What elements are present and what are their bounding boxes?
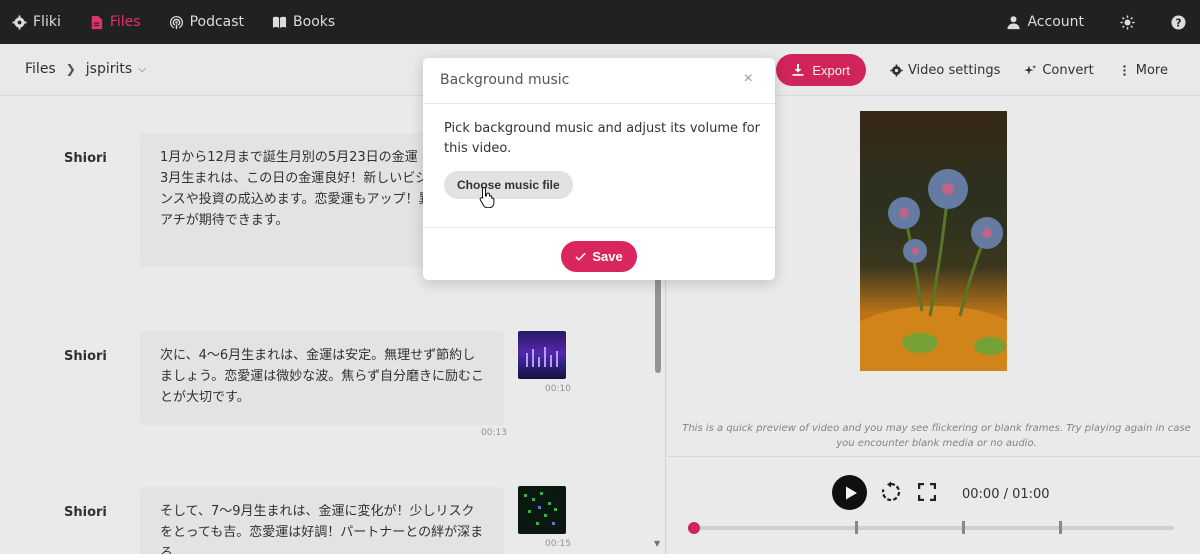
podcast-icon xyxy=(169,15,183,29)
book-icon xyxy=(272,16,287,28)
nav-files[interactable]: Files xyxy=(89,0,141,44)
nav-brand[interactable]: Fliki xyxy=(12,0,61,44)
nav-books-label: Books xyxy=(293,14,336,30)
dialog-title: Background music xyxy=(440,72,570,88)
save-label: Save xyxy=(592,249,623,264)
nav-account[interactable]: Account xyxy=(1006,0,1084,44)
dialog-description: Pick background music and adjust its vol… xyxy=(444,121,761,156)
hand-cursor-icon xyxy=(479,186,495,208)
nav-account-label: Account xyxy=(1027,14,1084,30)
top-nav: Fliki Files Podcast Books Account ? xyxy=(0,0,1200,44)
nav-podcast-label: Podcast xyxy=(189,14,245,30)
gear-icon xyxy=(12,14,27,30)
dialog-body: Pick background music and adjust its vol… xyxy=(423,104,775,228)
save-button[interactable]: Save xyxy=(561,241,637,272)
help-button[interactable]: ? xyxy=(1171,0,1186,44)
choose-music-file-button[interactable]: Choose music file xyxy=(444,171,573,199)
sun-icon xyxy=(1120,14,1135,30)
close-icon[interactable]: × xyxy=(744,70,753,88)
nav-podcast[interactable]: Podcast xyxy=(169,0,244,44)
background-music-dialog: Background music × Pick background music… xyxy=(423,58,775,280)
nav-books[interactable]: Books xyxy=(272,0,335,44)
file-icon xyxy=(91,15,102,29)
dialog-header: Background music × xyxy=(423,58,775,104)
check-icon xyxy=(575,252,586,261)
help-icon: ? xyxy=(1171,14,1186,30)
user-icon xyxy=(1007,15,1021,29)
nav-brand-label: Fliki xyxy=(33,14,61,30)
theme-toggle[interactable] xyxy=(1120,0,1135,44)
nav-files-label: Files xyxy=(109,14,141,30)
svg-text:?: ? xyxy=(1176,17,1182,29)
